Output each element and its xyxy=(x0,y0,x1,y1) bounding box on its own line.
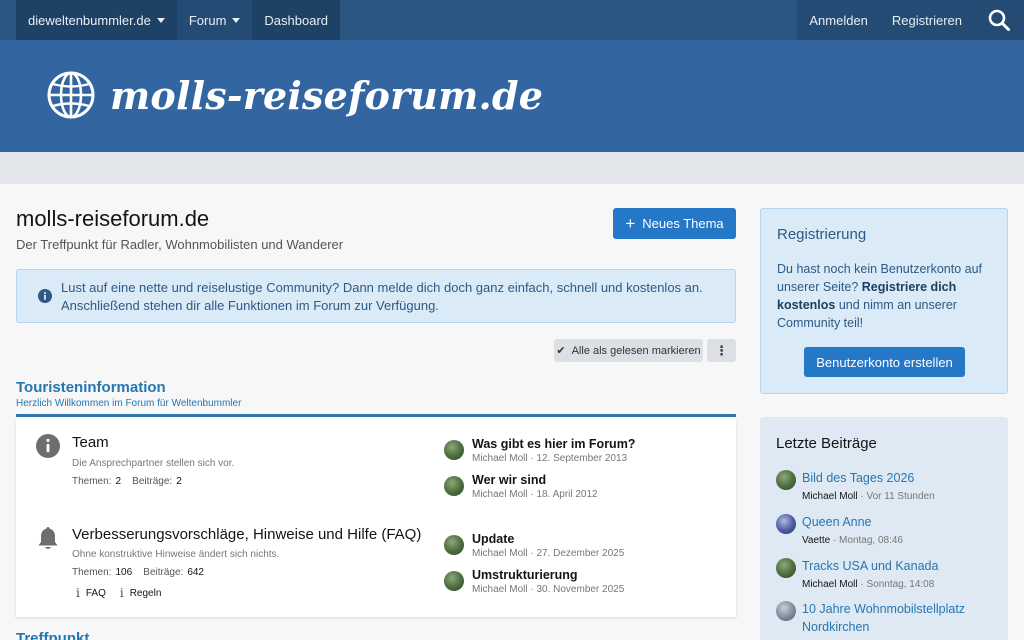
threads-label: Themen: xyxy=(72,567,112,578)
page-description: Der Treffpunkt für Radler, Wohnmobiliste… xyxy=(16,237,344,252)
posts-count: 642 xyxy=(187,567,204,578)
forum-list: Team Die Ansprechpartner stellen sich vo… xyxy=(16,417,736,617)
post-time: · Vor 11 Stunden xyxy=(857,491,935,502)
info-i-icon: i xyxy=(119,586,124,600)
latest-thread-meta: Michael Moll · 27. Dezember 2025 xyxy=(472,548,625,559)
nav-forum-label: Forum xyxy=(188,12,227,28)
nav-dashboard-tab[interactable]: Dashboard xyxy=(252,0,341,40)
avatar[interactable] xyxy=(776,514,796,534)
search-icon xyxy=(988,9,1010,31)
nav-forum-tab[interactable]: Forum xyxy=(176,0,253,40)
info-i-icon: i xyxy=(76,586,80,600)
forum-description: Die Ansprechpartner stellen sich vor. xyxy=(72,458,235,469)
latest-thread-meta: Michael Moll · 30. November 2025 xyxy=(472,584,625,595)
page-title: molls-reiseforum.de xyxy=(16,206,210,231)
login-label: Anmelden xyxy=(809,12,868,28)
subforum-links: i FAQ i Regeln xyxy=(76,586,175,600)
nav-dashboard-label: Dashboard xyxy=(264,12,329,28)
category-title[interactable]: Treffpunkt xyxy=(16,630,89,640)
latest-thread-title[interactable]: Umstrukturierung xyxy=(472,568,578,582)
avatar[interactable] xyxy=(776,601,796,621)
category-description: Herzlich Willkommen im Forum für Weltenb… xyxy=(16,398,242,409)
category-title[interactable]: Touristeninformation xyxy=(16,379,166,396)
forum-title[interactable]: Team xyxy=(72,434,109,451)
new-thread-label: Neues Thema xyxy=(642,216,724,231)
chevron-down-icon xyxy=(156,17,165,23)
avatar[interactable] xyxy=(444,571,464,591)
avatar[interactable] xyxy=(776,558,796,578)
forum-stats: Themen: 106 Beiträge: 642 xyxy=(72,567,204,578)
search-button[interactable] xyxy=(974,0,1024,40)
info-circle-icon xyxy=(36,434,60,458)
breadcrumb-band xyxy=(0,152,1024,184)
register-link[interactable]: Registrieren xyxy=(879,0,974,40)
create-account-label: Benutzerkonto erstellen xyxy=(816,354,953,370)
subforum-link-faq[interactable]: i FAQ xyxy=(76,586,106,600)
post-meta: Vaette · Montag, 08:46 xyxy=(802,535,903,546)
post-meta: Michael Moll · Vor 11 Stunden xyxy=(802,491,935,502)
latest-thread-meta: Michael Moll · 18. April 2012 xyxy=(472,489,598,500)
latest-thread-title[interactable]: Update xyxy=(472,532,514,546)
forum-title[interactable]: Verbesserungsvorschläge, Hinweise und Hi… xyxy=(72,526,421,543)
latest-posts-widget: Letzte Beiträge Bild des Tages 2026 Mich… xyxy=(760,417,1008,640)
mark-read-button[interactable]: ✔ Alle als gelesen markieren xyxy=(554,339,703,362)
avatar[interactable] xyxy=(444,476,464,496)
info-icon xyxy=(38,289,52,303)
post-title[interactable]: Queen Anne xyxy=(802,513,872,531)
posts-count: 2 xyxy=(176,476,182,487)
guest-notice: Lust auf eine nette und reiselustige Com… xyxy=(16,269,736,323)
create-account-button[interactable]: Benutzerkonto erstellen xyxy=(804,347,965,377)
subforum-link-rules[interactable]: i Regeln xyxy=(120,586,162,600)
latest-thread-meta: Michael Moll · 12. September 2013 xyxy=(472,453,628,464)
chevron-down-icon xyxy=(232,17,241,23)
posts-label: Beiträge: xyxy=(132,476,173,487)
forum-description: Ohne konstruktive Hinweise ändert sich n… xyxy=(72,549,280,560)
post-meta: Michael Moll · Sonntag, 14:08 xyxy=(802,579,934,590)
globe-icon xyxy=(47,71,95,119)
post-author[interactable]: Michael Moll xyxy=(802,579,858,590)
threads-count: 2 xyxy=(115,476,122,487)
latest-posts-title: Letzte Beiträge xyxy=(776,435,877,452)
post-title[interactable]: Bild des Tages 2026 xyxy=(802,469,914,487)
post-title[interactable]: Tracks USA und Kanada xyxy=(802,557,938,575)
login-link[interactable]: Anmelden xyxy=(797,0,880,40)
mark-read-label: Alle als gelesen markieren xyxy=(571,344,701,357)
post-time: · Sonntag, 14:08 xyxy=(857,579,935,590)
post-author[interactable]: Michael Moll xyxy=(802,491,858,502)
forum-stats: Themen: 2 Beiträge: 2 xyxy=(72,476,182,487)
vertical-dots-icon: ⋮ xyxy=(715,342,728,358)
post-time: · Montag, 08:46 xyxy=(830,535,903,546)
latest-thread-title[interactable]: Was gibt es hier im Forum? xyxy=(472,437,635,451)
logo-text: molls-reiseforum.de xyxy=(110,72,544,118)
more-options-button[interactable]: ⋮ xyxy=(707,339,736,362)
bell-icon xyxy=(38,527,58,549)
nav-site-label: dieweltenbummler.de xyxy=(28,12,151,28)
registration-widget: Registrierung Du hast noch kein Benutzer… xyxy=(760,208,1008,394)
checkmark-icon: ✔ xyxy=(556,345,566,357)
notice-text: Lust auf eine nette und reiselustige Com… xyxy=(61,280,703,313)
subforum-link-label: Regeln xyxy=(129,587,162,599)
avatar[interactable] xyxy=(444,535,464,555)
registration-title: Registrierung xyxy=(777,226,867,243)
plus-icon: + xyxy=(625,214,636,233)
nav-site-dropdown[interactable]: dieweltenbummler.de xyxy=(16,0,177,40)
threads-label: Themen: xyxy=(72,476,112,487)
subforum-link-label: FAQ xyxy=(85,587,106,599)
threads-count: 106 xyxy=(115,567,133,578)
site-logo[interactable]: molls-reiseforum.de xyxy=(46,70,543,120)
registration-text: Du hast noch kein Benutzerkonto auf unse… xyxy=(777,260,997,332)
site-banner: molls-reiseforum.de xyxy=(0,40,1024,152)
post-author[interactable]: Vaette xyxy=(802,535,830,546)
post-title[interactable]: 10 Jahre Wohnmobilstellplatz Nordkirchen xyxy=(802,600,1002,636)
top-navigation: dieweltenbummler.de Forum Dashboard Anme… xyxy=(0,0,1024,40)
latest-thread-title[interactable]: Wer wir sind xyxy=(472,473,546,487)
register-label: Registrieren xyxy=(891,12,962,28)
avatar[interactable] xyxy=(444,440,464,460)
posts-label: Beiträge: xyxy=(143,567,184,578)
new-thread-button[interactable]: + Neues Thema xyxy=(613,208,736,239)
avatar[interactable] xyxy=(776,470,796,490)
